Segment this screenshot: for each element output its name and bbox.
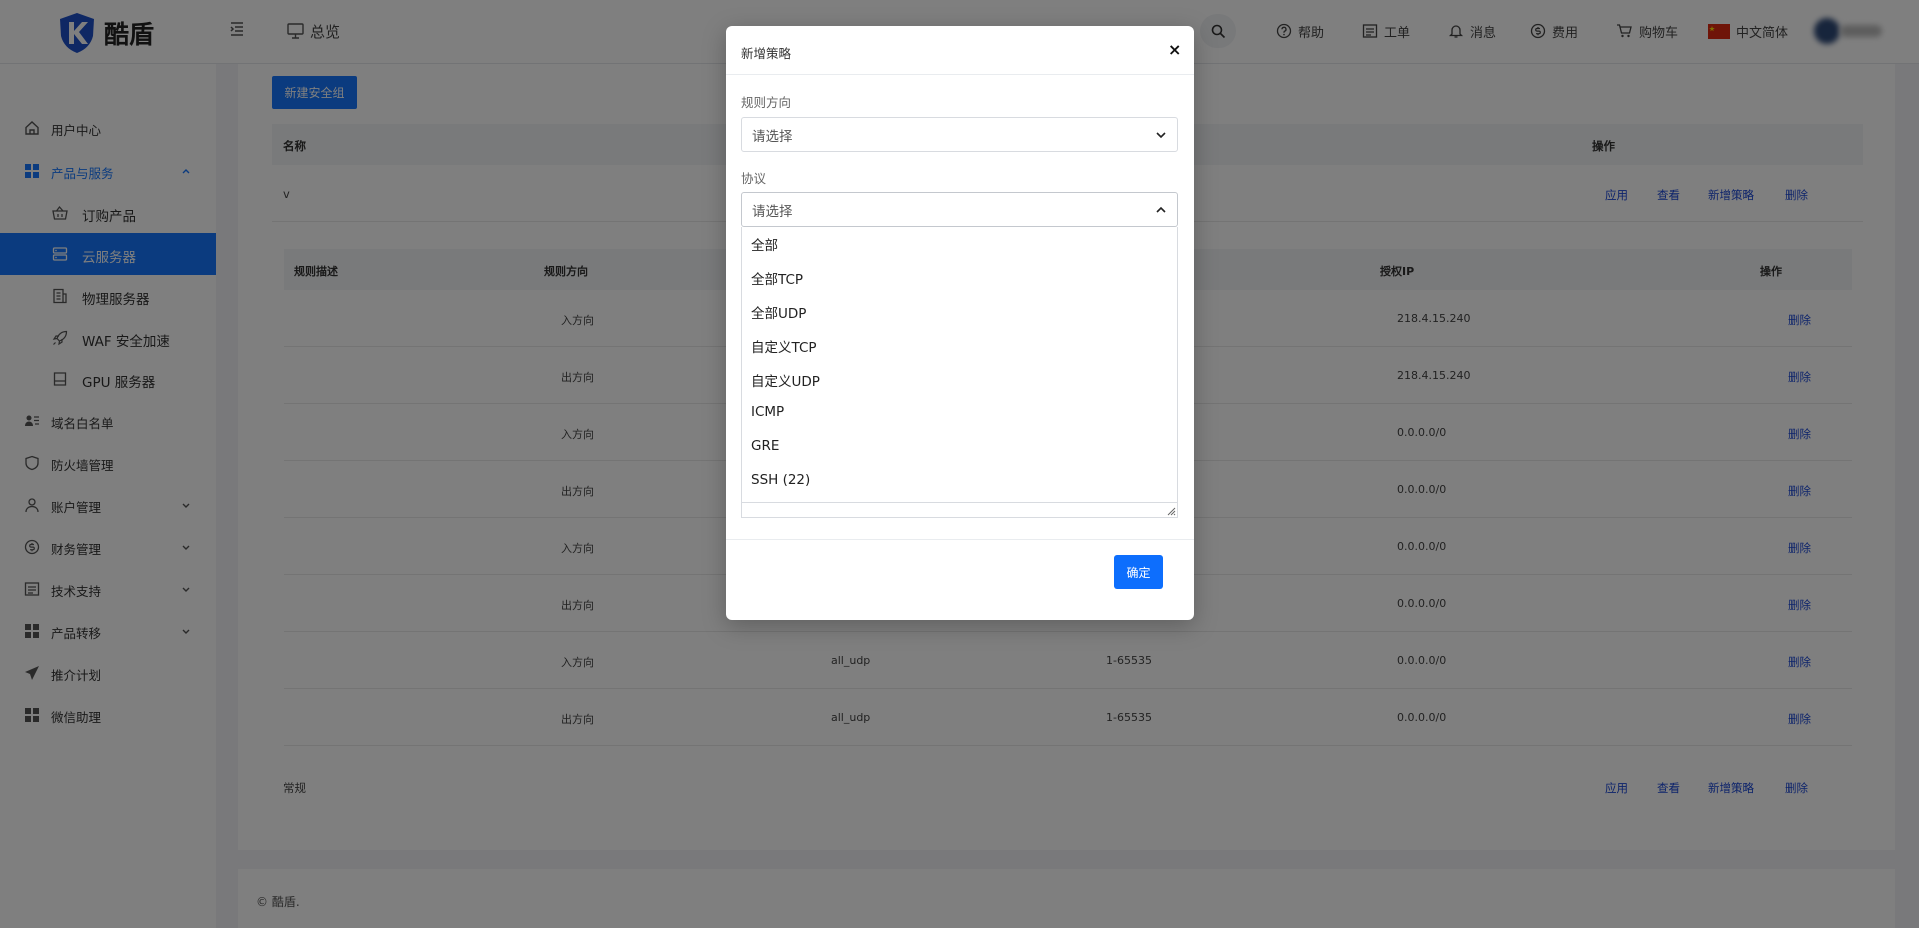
- protocol-dropdown-list: 全部 全部TCP 全部UDP 自定义TCP 自定义UDP ICMP GRE SS…: [741, 227, 1178, 503]
- add-policy-modal: 新增策略 × 规则方向 请选择 协议 请选择 全部 全部TCP 全部UDP 自定…: [726, 26, 1194, 620]
- option-icmp[interactable]: ICMP: [751, 404, 784, 420]
- option-ssh[interactable]: SSH (22): [751, 472, 810, 488]
- chevron-down-icon: [1156, 132, 1166, 139]
- option-custom-udp[interactable]: 自定义UDP: [751, 370, 820, 390]
- confirm-button[interactable]: 确定: [1114, 555, 1163, 589]
- protocol-select-value: 请选择: [752, 203, 793, 220]
- modal-footer-divider: [726, 539, 1194, 540]
- modal-header-divider: [726, 74, 1194, 75]
- chevron-up-icon: [1156, 206, 1166, 213]
- direction-select[interactable]: 请选择: [741, 117, 1178, 152]
- description-textarea[interactable]: [741, 502, 1178, 518]
- option-all[interactable]: 全部: [751, 234, 778, 254]
- protocol-select[interactable]: 请选择: [741, 192, 1178, 227]
- resize-handle-icon[interactable]: [1166, 506, 1176, 516]
- option-all-udp[interactable]: 全部UDP: [751, 302, 806, 322]
- close-icon[interactable]: ×: [1168, 40, 1181, 59]
- direction-select-value: 请选择: [752, 128, 793, 145]
- modal-title: 新增策略: [741, 46, 792, 61]
- option-all-tcp[interactable]: 全部TCP: [751, 268, 803, 288]
- option-gre[interactable]: GRE: [751, 438, 779, 454]
- option-custom-tcp[interactable]: 自定义TCP: [751, 336, 817, 356]
- protocol-label: 协议: [741, 171, 767, 186]
- direction-label: 规则方向: [741, 95, 792, 110]
